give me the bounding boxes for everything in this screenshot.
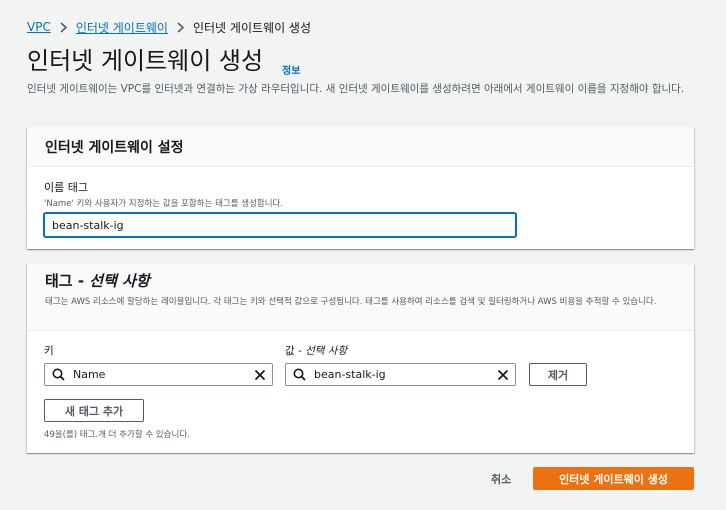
breadcrumb: VPC 인터넷 게이트웨이 인터넷 게이트웨이 생성 <box>27 18 311 36</box>
breadcrumb-current: 인터넷 게이트웨이 생성 <box>192 20 311 35</box>
info-link[interactable]: 정보 <box>282 62 300 77</box>
panel-title-optional: 선택 사항 <box>89 272 150 290</box>
page-title: 인터넷 게이트웨이 생성 <box>27 47 264 75</box>
key-column-label: 키 <box>44 345 54 357</box>
value-label-optional: 선택 사항 <box>305 345 348 357</box>
tag-value-input[interactable]: bean-stalk-ig <box>285 363 516 386</box>
tags-panel: 태그 - 선택 사항 태그는 AWS 리소스에 할당하는 레이블입니다. 각 태… <box>27 264 694 453</box>
cancel-button[interactable]: 취소 <box>491 471 511 487</box>
tags-description: 태그는 AWS 리소스에 할당하는 레이블입니다. 각 태그는 키와 선택적 값… <box>45 297 657 307</box>
close-icon[interactable] <box>497 369 509 381</box>
search-icon <box>293 368 306 381</box>
panel-header: 태그 - 선택 사항 태그는 AWS 리소스에 할당하는 레이블입니다. 각 태… <box>27 264 694 331</box>
name-tag-input[interactable] <box>44 213 516 237</box>
name-tag-label: 이름 태그 <box>44 181 88 194</box>
search-icon <box>52 368 65 381</box>
page-description: 인터넷 게이트웨이는 VPC를 인터넷과 연결하는 가상 라우터입니다. 새 인… <box>27 83 685 95</box>
panel-title-main: 태그 - <box>45 272 90 290</box>
chevron-right-icon <box>60 21 67 33</box>
name-tag-description: 'Name' 키와 사용자가 지정하는 값을 포함하는 태그를 생성합니다. <box>44 199 284 209</box>
breadcrumb-internet-gateways[interactable]: 인터넷 게이트웨이 <box>76 19 168 36</box>
tag-limit-note: 49을(를) 태그.개 더 추가할 수 있습니다. <box>44 430 190 440</box>
gateway-settings-panel: 인터넷 게이트웨이 설정 이름 태그 'Name' 키와 사용자가 지정하는 값… <box>27 127 694 249</box>
value-column-label: 값 - 선택 사항 <box>285 343 347 358</box>
chevron-right-icon <box>177 21 184 33</box>
remove-tag-button[interactable]: 제거 <box>529 363 587 386</box>
create-internet-gateway-button[interactable]: 인터넷 게이트웨이 생성 <box>533 467 694 490</box>
value-label-main: 값 - <box>285 345 306 357</box>
tag-key-input[interactable]: Name <box>44 363 273 386</box>
breadcrumb-vpc[interactable]: VPC <box>27 20 51 34</box>
close-icon[interactable] <box>254 369 266 381</box>
panel-title: 태그 - 선택 사항 <box>45 270 676 292</box>
panel-header: 인터넷 게이트웨이 설정 <box>27 127 694 167</box>
tag-value-value: bean-stalk-ig <box>314 368 386 381</box>
add-tag-button[interactable]: 새 태그 추가 <box>44 399 144 422</box>
tag-key-value: Name <box>73 368 106 381</box>
panel-title: 인터넷 게이트웨이 설정 <box>45 139 184 156</box>
